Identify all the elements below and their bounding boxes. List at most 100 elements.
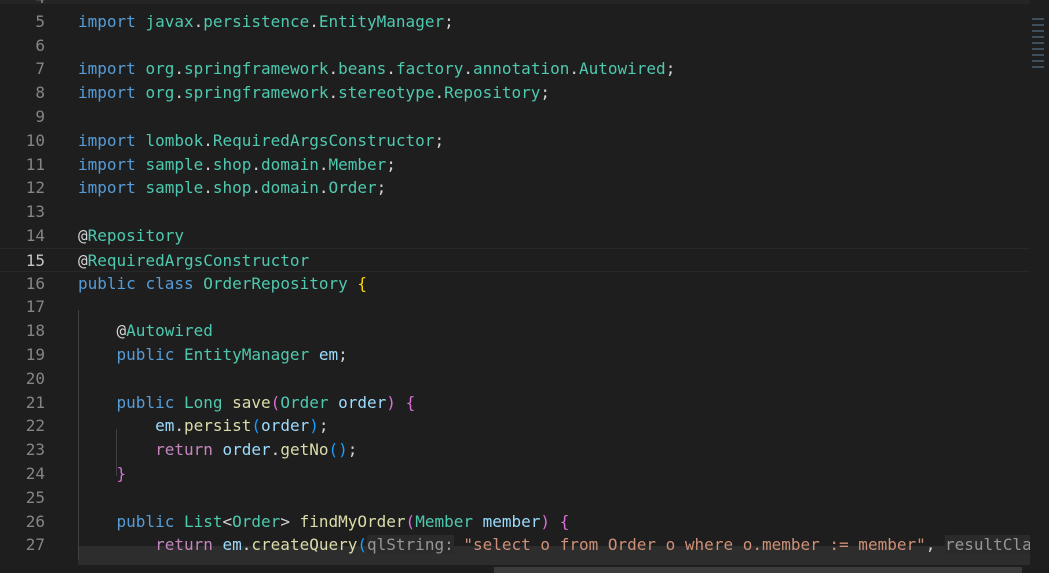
code-text[interactable]: }	[78, 462, 127, 486]
code-line[interactable]: 15 @RequiredArgsConstructor	[0, 247, 1030, 273]
code-token: ;	[338, 345, 348, 364]
inlay-hint: qlString:	[367, 535, 454, 555]
code-line[interactable]: 8 import org.springframework.stereotype.R…	[0, 81, 1030, 105]
code-text[interactable]: import lombok.RequiredArgsConstructor;	[78, 129, 444, 153]
code-token: public	[116, 392, 175, 412]
code-token: beans	[338, 59, 387, 79]
code-token: {	[559, 511, 570, 531]
line-number: 19	[25, 345, 45, 364]
code-line[interactable]: 7 import org.springframework.beans.factor…	[0, 57, 1030, 81]
code-token: Member	[328, 154, 387, 174]
code-token: order	[261, 416, 310, 436]
code-token: return	[155, 440, 213, 460]
code-token: order	[222, 440, 271, 460]
line-number: 10	[25, 130, 45, 150]
code-token: @	[78, 226, 88, 245]
code-token: .	[203, 130, 213, 150]
code-text[interactable]: import org.springframework.stereotype.Re…	[78, 81, 550, 105]
code-token: ,	[925, 535, 945, 555]
code-text[interactable]: public EntityManager em;	[78, 343, 348, 367]
code-token: (	[251, 416, 262, 436]
horizontal-scrollbar-thumb[interactable]	[494, 567, 1022, 573]
code-token: shop	[212, 154, 252, 174]
code-token: .	[193, 11, 204, 31]
code-line[interactable]: 10 import lombok.RequiredArgsConstructor;	[0, 129, 1030, 153]
code-text[interactable]: return em.createQuery(qlString: "select …	[78, 533, 1030, 557]
horizontal-scrollbar[interactable]	[0, 565, 1049, 573]
code-token: Order	[280, 392, 329, 412]
code-token: .	[569, 59, 579, 79]
code-text[interactable]: import javax.persistence.EntityManager;	[78, 10, 454, 34]
line-number: 20	[25, 368, 45, 388]
code-token: ()	[328, 440, 348, 460]
line-number: 27	[25, 535, 45, 555]
code-token: RequiredArgsConstructor	[87, 250, 310, 270]
code-text[interactable]: public class OrderRepository {	[78, 272, 367, 296]
code-line[interactable]: 18 @Autowired	[0, 319, 1030, 343]
code-text[interactable]: import sample.shop.domain.Member;	[78, 153, 396, 177]
code-line[interactable]: 9	[0, 105, 1030, 129]
code-text[interactable]: import org.springframework.beans.factory…	[78, 57, 675, 81]
line-number: 26	[25, 511, 45, 531]
code-text[interactable]: import sample.shop.domain.Order;	[78, 176, 386, 200]
code-token: Autowired	[126, 321, 213, 341]
code-text[interactable]: return order.getNo();	[78, 438, 357, 462]
code-token: Order	[328, 178, 377, 198]
line-number: 11	[25, 154, 45, 174]
code-line[interactable]: 23 return order.getNo();	[0, 438, 1030, 462]
code-token: .	[328, 83, 339, 103]
code-line[interactable]: 6	[0, 34, 1030, 58]
code-line[interactable]: 17	[0, 295, 1030, 319]
code-line[interactable]: 19 public EntityManager em;	[0, 343, 1030, 367]
code-token: import	[78, 11, 136, 31]
code-line[interactable]: 26 public List<Order> findMyOrder(Member…	[0, 510, 1030, 534]
code-token: import	[78, 154, 136, 174]
code-token: org	[145, 83, 175, 103]
code-token: member	[482, 511, 541, 531]
code-text[interactable]: @RequiredArgsConstructor	[78, 249, 309, 273]
code-token: class	[145, 273, 194, 293]
code-line[interactable]: 22 em.persist(order);	[0, 414, 1030, 438]
code-token: {	[405, 392, 416, 412]
code-line[interactable]: 12 import sample.shop.domain.Order;	[0, 176, 1030, 200]
line-number: 21	[25, 392, 45, 412]
code-text[interactable]: @Autowired	[78, 319, 213, 343]
code-line[interactable]: 27 return em.createQuery(qlString: "sele…	[0, 533, 1030, 557]
code-line[interactable]: 5 import javax.persistence.EntityManager;	[0, 10, 1030, 34]
code-line[interactable]: 11 import sample.shop.domain.Member;	[0, 153, 1030, 177]
line-number: 4	[0, 0, 45, 10]
code-token: import	[78, 130, 136, 150]
code-token: javax	[145, 11, 194, 31]
code-line[interactable]: 25	[0, 486, 1030, 510]
code-line[interactable]: 20	[0, 367, 1030, 391]
code-line[interactable]: 4	[0, 0, 1030, 10]
editor-minimap[interactable]	[1030, 0, 1049, 573]
code-line[interactable]: 21 public Long save(Order order) {	[0, 391, 1030, 415]
code-token: ;	[318, 416, 329, 436]
code-line[interactable]: 24 }	[0, 462, 1030, 486]
minimap-line	[1032, 36, 1044, 38]
code-line[interactable]: 13	[0, 200, 1030, 224]
code-line[interactable]: 16 public class OrderRepository {	[0, 272, 1030, 296]
code-token: .	[203, 154, 213, 174]
minimap-line	[1032, 30, 1044, 32]
code-text[interactable]: em.persist(order);	[78, 414, 329, 438]
line-number: 14	[25, 226, 45, 245]
minimap-line	[1032, 66, 1044, 68]
code-line[interactable]: 14 @Repository	[0, 224, 1030, 248]
minimap-line	[1032, 24, 1044, 26]
code-text[interactable]: public Long save(Order order) {	[78, 391, 416, 415]
code-editor[interactable]: 45 import javax.persistence.EntityManager…	[0, 0, 1030, 565]
code-token: domain	[261, 154, 319, 174]
code-text[interactable]: public List<Order> findMyOrder(Member me…	[78, 510, 570, 534]
code-text[interactable]: @Repository	[78, 224, 184, 248]
line-number: 5	[35, 11, 45, 31]
